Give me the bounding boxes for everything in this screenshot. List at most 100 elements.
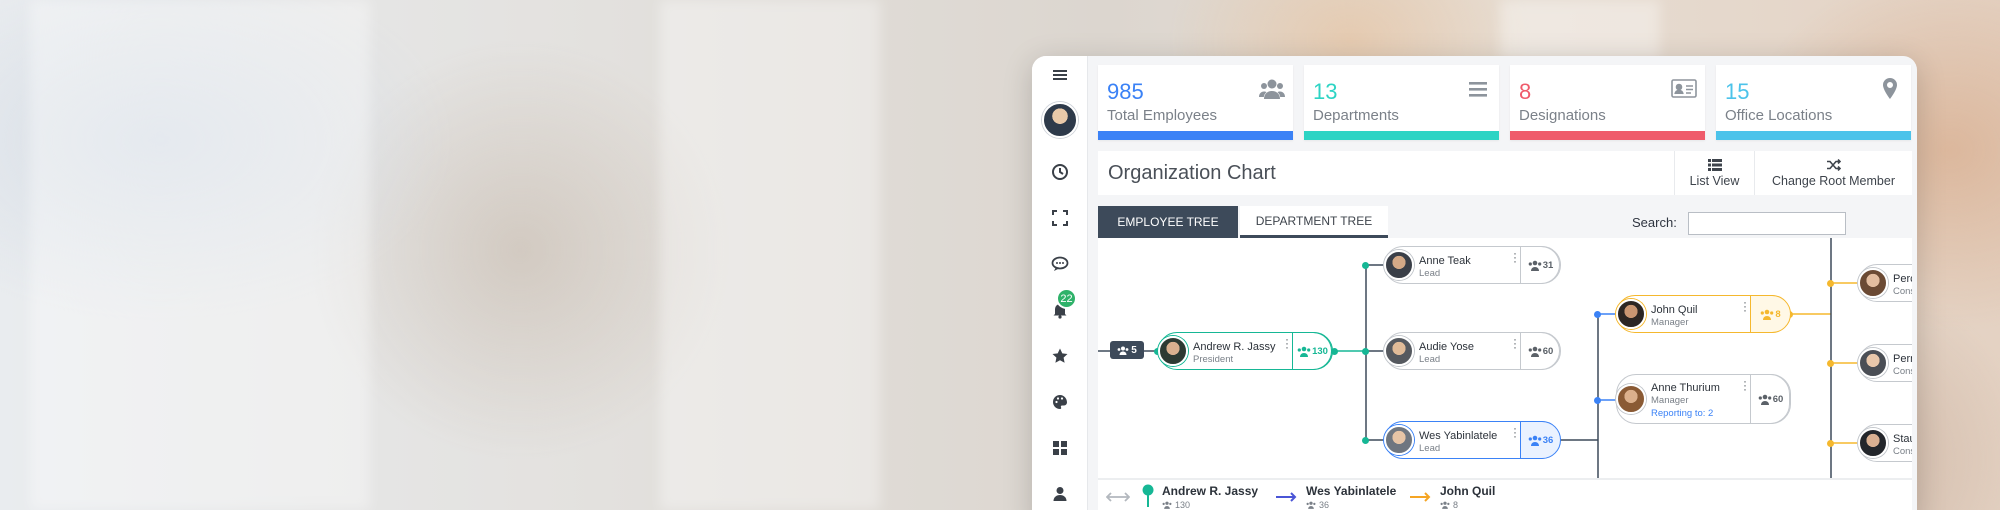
subordinate-count[interactable]: 36 <box>1520 421 1561 459</box>
avatar <box>1158 336 1188 366</box>
breadcrumb-count: 36 <box>1306 500 1396 510</box>
stat-value: 15 <box>1725 79 1750 104</box>
palette-icon[interactable] <box>1032 387 1088 417</box>
count-value: 130 <box>1312 345 1328 357</box>
org-node-staun[interactable]: Staun Consu <box>1858 424 1912 462</box>
node-name: John Quil <box>1651 304 1698 316</box>
node-role: Consu <box>1893 286 1912 297</box>
stat-value: 8 <box>1519 79 1532 104</box>
stats-row: 985 Total Employees 13 Departments 8 Des… <box>1098 65 1912 140</box>
count-value: 60 <box>1772 393 1784 405</box>
subordinate-count[interactable]: 31 <box>1520 246 1561 284</box>
org-node-john-quil[interactable]: John Quil Manager · · · 8 <box>1616 295 1791 333</box>
users-icon <box>1259 77 1285 101</box>
stat-card-total-employees[interactable]: 985 Total Employees <box>1098 65 1293 140</box>
node-role: Lead <box>1419 268 1441 279</box>
stat-color-bar <box>1716 131 1911 140</box>
more-options-icon[interactable]: · · · <box>1511 333 1519 353</box>
chat-icon[interactable] <box>1032 249 1088 279</box>
page-title: Organization Chart <box>1108 162 1276 184</box>
org-node-perry[interactable]: Perry Consu <box>1858 344 1912 382</box>
search-input[interactable] <box>1688 212 1846 235</box>
breadcrumb-name: Andrew R. Jassy <box>1162 484 1259 498</box>
connector-dot <box>1362 437 1369 444</box>
stat-color-bar <box>1304 131 1499 140</box>
change-root-member-button[interactable]: Change Root Member <box>1754 151 1912 195</box>
arrow-right-icon <box>1410 492 1431 502</box>
subordinate-count[interactable]: 60 <box>1520 332 1561 370</box>
stat-card-departments[interactable]: 13 Departments <box>1304 65 1499 140</box>
users-icon <box>1162 501 1172 509</box>
dashboard-grid-icon[interactable] <box>1032 433 1088 463</box>
collapsed-parents-chip[interactable]: 5 <box>1110 341 1144 359</box>
avatar <box>1616 299 1646 329</box>
list-icon <box>1465 77 1491 101</box>
reporting-to-link[interactable]: Reporting to: 2 <box>1651 408 1713 419</box>
avatar <box>1858 428 1888 458</box>
node-name: Audie Yose <box>1419 341 1475 353</box>
node-name: Anne Teak <box>1419 255 1471 267</box>
more-options-icon[interactable]: · · · <box>1741 375 1749 395</box>
users-icon <box>1440 501 1450 509</box>
org-node-percy[interactable]: Percy Consu <box>1858 264 1912 302</box>
user-avatar[interactable] <box>1042 102 1078 138</box>
node-name: Anne Thurium <box>1651 382 1720 394</box>
org-node-wes-yabinlatele[interactable]: Wes Yabinlatele Lead · · · 36 <box>1384 421 1561 459</box>
org-node-audie-yose[interactable]: Audie Yose Lead · · · 60 <box>1384 332 1561 370</box>
stat-value: 985 <box>1107 79 1144 104</box>
count-value: 8 <box>1453 500 1459 510</box>
list-view-icon <box>1707 158 1722 171</box>
org-chart-canvas[interactable]: 5 Andrew R. Jassy President · · · 130 Anne… <box>1098 238 1912 478</box>
sidebar: 22 <box>1032 56 1088 510</box>
breadcrumb-item[interactable]: Wes Yabinlatele 36 <box>1306 484 1396 510</box>
connector-dot <box>1594 311 1601 318</box>
notification-badge: 22 <box>1056 288 1077 309</box>
more-options-icon[interactable]: · · · <box>1511 247 1519 267</box>
map-pin-icon <box>1877 77 1903 101</box>
connector-dot <box>1827 280 1834 287</box>
node-role: Lead <box>1419 354 1441 365</box>
stat-color-bar <box>1098 131 1293 140</box>
breadcrumb-item[interactable]: John Quil 8 <box>1440 484 1495 510</box>
avatar <box>1384 250 1414 280</box>
users-icon <box>1761 309 1774 320</box>
more-options-icon[interactable]: · · · <box>1283 333 1291 353</box>
id-card-icon <box>1671 77 1697 101</box>
hamburger-menu-icon[interactable] <box>1032 60 1088 90</box>
tab-employee-tree[interactable]: EMPLOYEE TREE <box>1098 206 1238 245</box>
stat-card-office-locations[interactable]: 15 Office Locations <box>1716 65 1911 140</box>
avatar <box>1858 348 1888 378</box>
node-role: Manager <box>1651 317 1689 328</box>
user-icon[interactable] <box>1032 479 1088 509</box>
org-node-andrew-r-jassy[interactable]: Andrew R. Jassy President · · · 130 <box>1158 332 1333 370</box>
fullscreen-icon[interactable] <box>1032 203 1088 233</box>
shuffle-icon <box>1826 158 1841 171</box>
star-icon[interactable] <box>1032 341 1088 371</box>
subordinate-count[interactable]: 8 <box>1750 295 1791 333</box>
more-options-icon[interactable]: · · · <box>1741 296 1749 316</box>
users-icon <box>1528 435 1542 446</box>
tab-department-tree[interactable]: DEPARTMENT TREE <box>1240 206 1388 238</box>
stat-color-bar <box>1510 131 1705 140</box>
more-options-icon[interactable]: · · · <box>1511 422 1519 442</box>
stat-label: Total Employees <box>1107 107 1218 124</box>
stat-card-designations[interactable]: 8 Designations <box>1510 65 1705 140</box>
subordinate-count[interactable]: 60 <box>1750 374 1791 424</box>
clock-icon[interactable] <box>1032 157 1088 187</box>
double-arrow-icon <box>1106 492 1130 502</box>
count-value: 36 <box>1319 500 1330 510</box>
app-window: 22 985 Total Employees 13 Departments 8 … <box>1032 56 1917 510</box>
org-node-anne-thurium[interactable]: Anne Thurium Manager Reporting to: 2 · · ·… <box>1616 374 1791 424</box>
list-view-button[interactable]: List View <box>1674 151 1754 195</box>
stat-label: Office Locations <box>1725 107 1833 124</box>
list-view-label: List View <box>1689 173 1740 188</box>
count-value: 31 <box>1542 259 1554 271</box>
background-window <box>1500 0 1660 60</box>
subordinate-count[interactable]: 130 <box>1292 332 1333 370</box>
org-node-anne-teak[interactable]: Anne Teak Lead · · · 31 <box>1384 246 1561 284</box>
node-role: Consu <box>1893 446 1912 457</box>
count-value: 130 <box>1175 500 1191 510</box>
node-name: Andrew R. Jassy <box>1193 341 1276 353</box>
breadcrumb-item[interactable]: Andrew R. Jassy 130 <box>1162 484 1258 510</box>
breadcrumb-count: 130 <box>1162 500 1258 510</box>
